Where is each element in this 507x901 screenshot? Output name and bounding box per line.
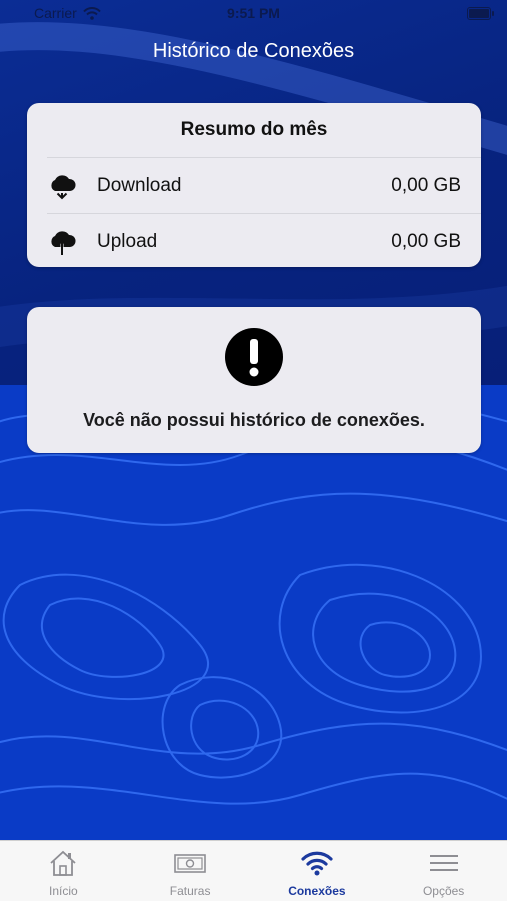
- tab-opcoes-label: Opções: [422, 884, 465, 898]
- tab-conexoes-label: Conexões: [288, 884, 346, 898]
- download-value: 0,00 GB: [391, 174, 461, 196]
- download-label: Download: [97, 174, 182, 196]
- upload-row: Upload 0,00 GB: [47, 213, 481, 269]
- clock: 9:51 PM: [227, 5, 280, 21]
- summary-title: Resumo do mês: [180, 119, 328, 140]
- battery-icon: [467, 7, 494, 20]
- home-icon: [50, 850, 76, 876]
- empty-history-message: Você não possui histórico de conexões.: [83, 410, 425, 430]
- tab-faturas[interactable]: Faturas: [127, 841, 254, 901]
- cloud-download-icon: [51, 174, 76, 199]
- tab-inicio-label: Início: [49, 884, 78, 898]
- wifi-icon: [301, 851, 333, 876]
- month-summary-card: Resumo do mês Download 0,00 GB Upload 0,…: [27, 103, 481, 267]
- tab-bar: Início Faturas Conexões Opções: [0, 840, 507, 901]
- tab-opcoes[interactable]: Opções: [380, 841, 507, 901]
- upload-label: Upload: [97, 230, 158, 252]
- upload-value: 0,00 GB: [391, 230, 461, 252]
- cloud-upload-icon: [51, 230, 76, 255]
- tab-conexoes[interactable]: Conexões: [254, 841, 381, 901]
- banknote-icon: [174, 854, 206, 873]
- page-title: Histórico de Conexões: [152, 40, 355, 62]
- tab-faturas-label: Faturas: [169, 884, 211, 898]
- status-bar: Carrier 9:51 PM: [0, 0, 507, 26]
- menu-icon: [429, 855, 458, 871]
- exclamation-circle-icon: [225, 328, 283, 386]
- empty-history-card: Você não possui histórico de conexões.: [27, 307, 481, 453]
- topographic-background: [0, 385, 507, 840]
- download-row: Download 0,00 GB: [47, 157, 481, 213]
- tab-inicio[interactable]: Início: [0, 841, 127, 901]
